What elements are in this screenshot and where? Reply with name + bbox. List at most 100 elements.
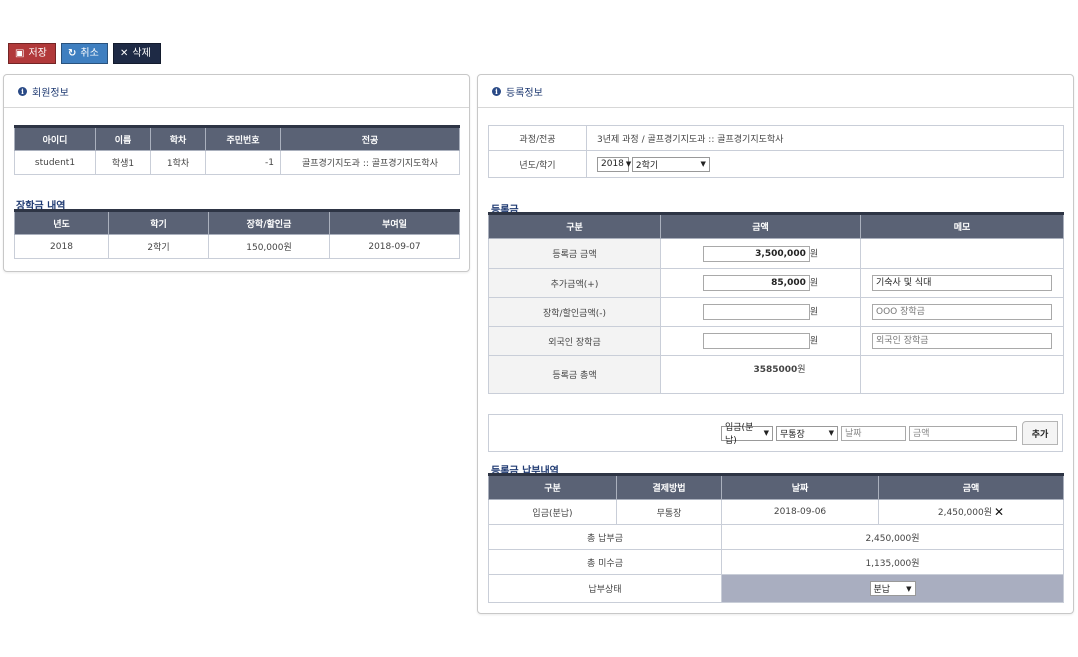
col-header-date: 날짜 — [721, 473, 879, 500]
refresh-icon: ↻ — [68, 48, 77, 59]
fee-amount-cell: 85,000 원 — [660, 268, 861, 298]
tuition-amount-input[interactable]: 3,500,000 — [702, 245, 810, 262]
fee-amount-cell: 3,500,000 원 — [660, 238, 861, 269]
scholarship-table: 년도 학기 장학/할인금 부여일 2018 2학기 150,000원 2018-… — [14, 209, 460, 259]
payment-type-value: 입금(분납) — [725, 423, 754, 446]
fee-memo-cell: 외국인 장학금 — [860, 326, 1064, 356]
fee-memo-cell: 기숙사 및 식대 — [860, 268, 1064, 298]
payment-amount-input[interactable]: 금액 — [909, 425, 1017, 441]
fee-row-foreign: 외국인 장학금 원 외국인 장학금 — [488, 326, 1064, 356]
foreign-amount-input[interactable] — [702, 333, 810, 349]
fee-label: 추가금액(+) — [488, 268, 661, 298]
course-table: 과정/전공 3년제 과정 / 골프경기지도과 :: 골프경기지도학사 년도/학기… — [488, 125, 1064, 178]
registration-title: 등록정보 — [506, 87, 543, 99]
delete-label: 삭제 — [132, 48, 151, 59]
chevron-down-icon: ▼ — [700, 160, 706, 168]
col-header-amount: 금액 — [660, 212, 861, 239]
discount-memo-input[interactable]: OOO 장학금 — [872, 304, 1052, 320]
cell-term: 1학차 — [150, 150, 206, 175]
cell-discount: 150,000원 — [208, 234, 330, 259]
fee-total-label: 등록금 총액 — [488, 355, 661, 394]
cell-name: 학생1 — [95, 150, 151, 175]
fee-memo-cell — [860, 238, 1064, 269]
table-row: 2018 2학기 150,000원 2018-09-07 — [14, 234, 460, 259]
payment-method-select[interactable]: 무통장 ▼ — [776, 425, 838, 441]
table-row: 입금(분납) 무통장 2018-09-06 2,450,000원 ✕ — [488, 499, 1064, 525]
close-icon: ✕ — [120, 48, 129, 59]
payment-status-value: 분납 — [873, 585, 891, 595]
col-header-memo: 메모 — [860, 212, 1064, 239]
chevron-down-icon: ▼ — [906, 584, 912, 593]
add-payment-button[interactable]: 추가 — [1022, 421, 1058, 445]
col-header-method: 결제방법 — [616, 473, 722, 500]
fee-row-total: 등록금 총액 3585000원 — [488, 355, 1064, 394]
additional-amount-input[interactable]: 85,000 — [702, 275, 810, 291]
save-button[interactable]: ▣ 저장 — [8, 43, 56, 64]
foreign-memo-input[interactable]: 외국인 장학금 — [872, 333, 1052, 349]
cancel-label: 취소 — [80, 48, 99, 59]
total-unpaid-label: 총 미수금 — [488, 549, 722, 575]
delete-button[interactable]: ✕ 삭제 — [113, 43, 161, 64]
col-header-id: 아이디 — [14, 125, 96, 151]
cancel-button[interactable]: ↻ 취소 — [61, 43, 108, 64]
cell-amount-wrap: 2,450,000원 ✕ — [878, 499, 1064, 525]
cell-major: 골프경기지도과 :: 골프경기지도학사 — [280, 150, 460, 175]
additional-memo-input[interactable]: 기숙사 및 식대 — [872, 275, 1052, 291]
fee-memo-cell — [860, 355, 1064, 394]
won-unit: 원 — [797, 365, 806, 375]
info-icon: i — [18, 86, 27, 96]
payment-status-select[interactable]: 분납 ▼ — [869, 581, 916, 596]
add-payment-label: 추가 — [1031, 429, 1049, 440]
add-payment-bar: 입금(분납) ▼ 무통장 ▼ 날짜 금액 추가 — [488, 414, 1063, 452]
payment-type-select[interactable]: 입금(분납) ▼ — [721, 423, 773, 446]
fee-label: 등록금 금액 — [488, 238, 661, 269]
registration-panel: i 등록정보 과정/전공 3년제 과정 / 골프경기지도과 :: 골프경기지도학… — [477, 74, 1074, 614]
payment-status-row: 납부상태 분납 ▼ — [488, 574, 1064, 603]
cell-date: 2018-09-06 — [721, 499, 879, 525]
member-info-panel: i 회원정보 아이디 이름 학차 주민번호 전공 student1 학생1 1학… — [3, 74, 470, 272]
payment-history-table: 구분 결제방법 날짜 금액 입금(분납) 무통장 2018-09-06 2,45… — [488, 473, 1064, 603]
term-selects: 2018 ▼ 2학기 ▼ — [586, 150, 1064, 178]
col-header-year: 년도 — [14, 209, 109, 235]
delete-row-icon[interactable]: ✕ — [994, 505, 1004, 519]
fee-label: 외국인 장학금 — [488, 326, 661, 356]
fee-row-discount: 장학/할인금액(-) 원 OOO 장학금 — [488, 297, 1064, 327]
col-header-amount: 금액 — [878, 473, 1064, 500]
won-unit: 원 — [809, 278, 819, 289]
col-header-date: 부여일 — [329, 209, 460, 235]
info-icon: i — [492, 86, 501, 96]
cell-method: 무통장 — [616, 499, 722, 525]
won-unit: 원 — [809, 336, 819, 347]
fee-amount-cell: 원 — [660, 297, 861, 327]
payment-date-input[interactable]: 날짜 — [841, 425, 906, 441]
col-header-category: 구분 — [488, 212, 661, 239]
col-header-term: 학차 — [150, 125, 206, 151]
course-value: 3년제 과정 / 골프경기지도과 :: 골프경기지도학사 — [586, 125, 1064, 151]
cell-amount: 2,450,000원 — [937, 507, 993, 518]
total-unpaid-row: 총 미수금 1,135,000원 — [488, 549, 1064, 575]
term-label: 년도/학기 — [488, 150, 587, 178]
col-header-semester: 학기 — [108, 209, 209, 235]
col-header-major: 전공 — [280, 125, 460, 151]
total-unpaid-value: 1,135,000원 — [721, 549, 1064, 575]
col-header-discount: 장학/할인금 — [208, 209, 330, 235]
fee-label: 장학/할인금액(-) — [488, 297, 661, 327]
cell-semester: 2학기 — [108, 234, 209, 259]
cell-type: 입금(분납) — [488, 499, 617, 525]
member-info-title: 회원정보 — [32, 87, 69, 99]
discount-amount-input[interactable] — [702, 304, 810, 320]
year-select-value: 2018 — [601, 159, 624, 169]
semester-select[interactable]: 2학기 ▼ — [631, 156, 710, 172]
total-paid-row: 총 납부금 2,450,000원 — [488, 524, 1064, 550]
col-header-category: 구분 — [488, 473, 617, 500]
payment-method-value: 무통장 — [780, 429, 805, 440]
save-label: 저장 — [28, 48, 47, 59]
registration-header: i 등록정보 — [478, 75, 1073, 108]
won-unit: 원 — [809, 307, 819, 318]
chevron-down-icon: ▼ — [625, 160, 632, 168]
fee-total-cell: 3585000원 — [660, 355, 861, 394]
fee-amount-cell: 원 — [660, 326, 861, 356]
year-select[interactable]: 2018 ▼ — [597, 156, 632, 172]
payment-status-cell: 분납 ▼ — [721, 574, 1064, 603]
floppy-disk-icon: ▣ — [15, 48, 25, 59]
